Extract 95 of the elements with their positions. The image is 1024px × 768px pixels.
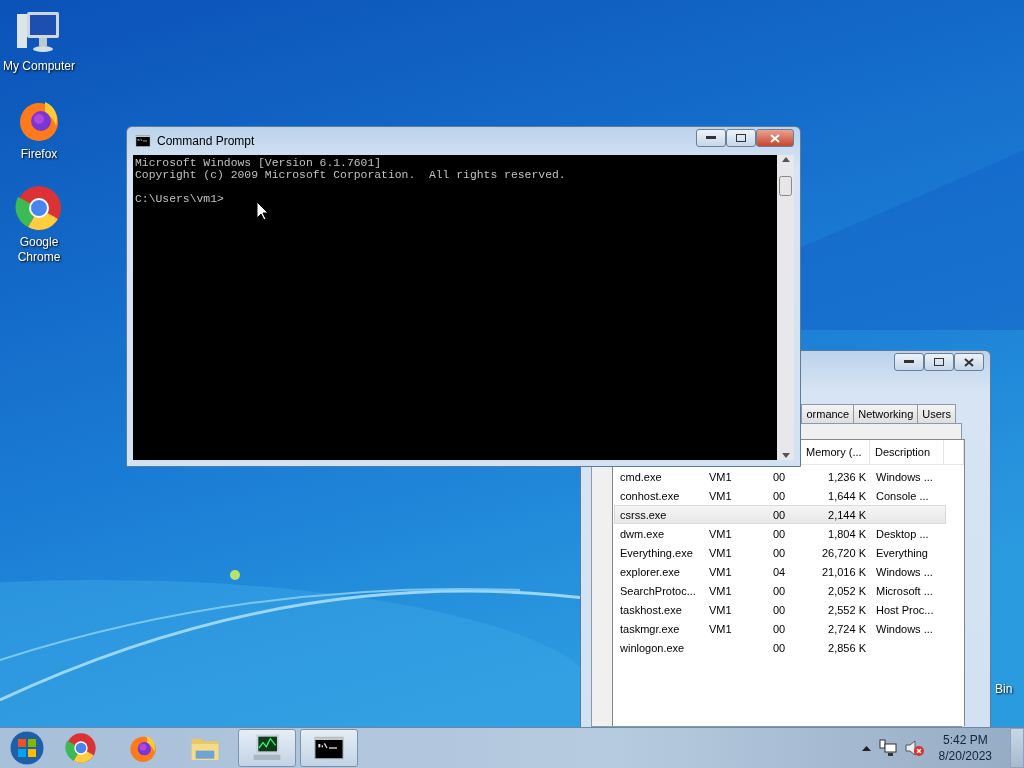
scroll-up-icon[interactable] [781,157,790,162]
table-cell-text: cmd.exe [619,470,663,483]
process-row[interactable]: csrss.exe 00 2,144 K [614,505,946,524]
table-cell-text: taskhost.exe [619,603,683,616]
table-cell-text: 00 [772,470,787,483]
process-row[interactable]: taskhost.exe VM1 00 2,552 K Host Proc... [614,600,946,619]
tab[interactable]: Users [917,404,956,423]
maximize-button[interactable] [726,129,756,147]
table-cell-text: 2,052 K [827,584,867,597]
column-header[interactable]: Description [870,440,944,464]
start-button[interactable] [6,728,48,768]
table-cell-text: conhost.exe [619,489,681,502]
minimize-button[interactable] [696,129,726,147]
table-cell-text: 00 [772,546,787,559]
taskbar-button[interactable] [300,729,358,767]
tab[interactable]: ormance [801,404,855,423]
table-cell-text: Windows ... [875,470,934,483]
command-prompt-icon [135,133,151,149]
icon-label[interactable]: Firefox [20,147,58,162]
table-cell-text: 00 [772,584,787,597]
close-icon [964,357,974,367]
table-cell-text: VM1 [708,584,733,597]
table-cell-text: 1,804 K [827,527,867,540]
window-title: Command Prompt [157,134,256,148]
table-cell-text: VM1 [708,603,733,616]
table-cell-text: 2,724 K [827,622,867,635]
scroll-thumb[interactable] [779,176,792,196]
console-line: Copyright (c) 2009 Microsoft Corporation. All rights reserved. [135,169,567,181]
table-cell-text: 00 [772,527,787,540]
table-cell-text: 00 [772,508,787,521]
taskbar-button[interactable] [238,729,296,767]
table-cell-text: explorer.exe [619,565,681,578]
table-cell-text: 00 [772,603,787,616]
table-cell-text: 1,236 K [827,470,867,483]
process-row[interactable]: conhost.exe VM1 00 1,644 K Console ... [614,486,946,505]
table-cell-text: Windows ... [875,622,934,635]
table-cell-text: 00 [772,641,787,654]
chrome-icon [65,732,97,764]
maximize-icon [736,134,746,142]
table-cell-text: VM1 [708,622,733,635]
table-cell-text: 04 [772,565,787,578]
scrollbar[interactable] [777,155,794,460]
process-row[interactable]: taskmgr.exe VM1 00 2,724 K Windows ... [614,619,946,638]
table-cell-text: VM1 [708,489,733,502]
table-cell-text: Console ... [875,489,930,502]
chevron-up-icon[interactable] [861,745,871,751]
maximize-icon [934,358,944,366]
clock-date[interactable]: 8/20/2023 [938,748,992,764]
scroll-down-icon[interactable] [781,453,790,458]
icon-label[interactable]: Google Chrome [0,235,78,265]
table-cell-text: 2,144 K [827,508,867,521]
table-cell-text: SearchProtoc... [619,584,697,597]
maximize-button[interactable] [924,353,954,371]
clock-time[interactable]: 5:42 PM [942,732,988,748]
table-cell-text: winlogon.exe [619,641,686,654]
close-button[interactable] [954,353,984,371]
table-cell-text: dwm.exe [619,527,666,540]
network-icon[interactable] [878,739,897,757]
process-row[interactable]: winlogon.exe 00 2,856 K [614,638,946,657]
table-cell-text: VM1 [708,546,733,559]
console-line: Microsoft Windows [Version 6.1.7601] [135,157,383,169]
table-cell-text: 2,856 K [827,641,867,654]
minimize-icon [904,360,914,364]
table-cell-text: Everything.exe [619,546,694,559]
chrome-icon [15,184,63,232]
table-cell-text: 26,720 K [820,546,867,559]
table-cell-text: 21,016 K [820,565,867,578]
table-cell-text: VM1 [708,470,733,483]
process-row[interactable]: dwm.exe VM1 00 1,804 K Desktop ... [614,524,946,543]
table-cell-text: VM1 [708,527,733,540]
table-cell-text: Windows ... [875,565,934,578]
minimize-icon [706,136,716,140]
close-icon [770,133,780,143]
table-cell-text: Host Proc... [875,603,935,616]
minimize-button[interactable] [894,353,924,371]
process-row[interactable]: cmd.exe VM1 00 1,236 K Windows ... [614,467,946,486]
table-cell-text: Desktop ... [875,527,930,540]
process-row[interactable]: SearchProtoc... VM1 00 2,052 K Microsoft ... [614,581,946,600]
tab[interactable]: Networking [853,404,919,423]
table-cell-text: Microsoft ... [875,584,934,597]
table-cell-text: 00 [772,622,787,635]
table-cell-text: csrss.exe [619,508,668,521]
table-cell-text: Everything [875,546,929,559]
table-cell-text: VM1 [708,565,733,578]
muted-speaker-icon[interactable] [904,739,925,757]
console-area[interactable]: Microsoft Windows [Version 6.1.7601] Copyright (c) 2009 Microsoft Corporation. All rights reserved. C:\Users\vm1> [133,155,777,460]
icon-label[interactable]: My Computer [3,59,75,74]
table-cell-text: 1,644 K [827,489,867,502]
console-prompt: C:\Users\vm1> [135,193,225,205]
process-row[interactable]: explorer.exe VM1 04 21,016 K Windows ... [614,562,946,581]
table-cell-text: taskmgr.exe [619,622,681,635]
table-cell-text: 2,552 K [827,603,867,616]
cursor-icon [256,201,269,221]
table-cell-text: 00 [772,489,787,502]
process-row[interactable]: Everything.exe VM1 00 26,720 K Everything [614,543,946,562]
